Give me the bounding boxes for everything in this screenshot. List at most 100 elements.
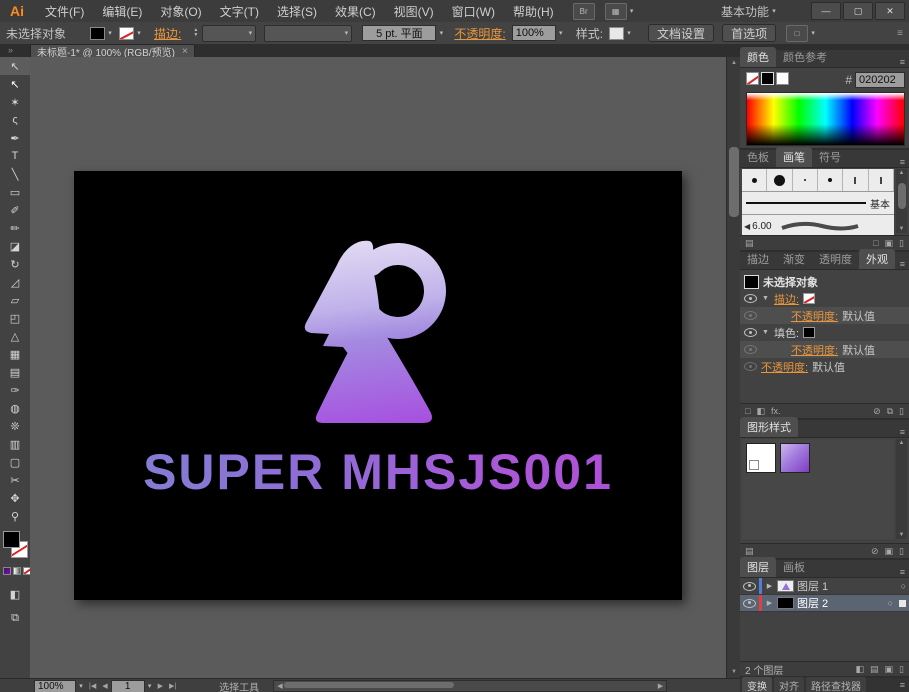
rectangle-tool[interactable]: ▭ [0, 183, 30, 201]
panel-menu-icon[interactable]: ≡ [900, 567, 905, 577]
layer-visibility-icon[interactable] [743, 581, 756, 591]
mesh-tool[interactable]: ▦ [0, 345, 30, 363]
slice-tool[interactable]: ✂ [0, 471, 30, 489]
artboard-tool[interactable]: ▢ [0, 453, 30, 471]
layer-row-2[interactable]: ▶ 图层 2 ○ [740, 595, 909, 612]
artboard-number-field[interactable]: 1 [110, 679, 145, 692]
workspace-switcher[interactable]: 基本功能 ▾ [721, 0, 779, 22]
layer-name[interactable]: 图层 1 [797, 578, 828, 594]
none-swatch[interactable] [746, 72, 759, 85]
color-mode-button[interactable] [3, 567, 11, 575]
menu-select[interactable]: 选择(S) [268, 0, 326, 22]
goat-logo[interactable] [293, 229, 463, 429]
brush-libraries-icon[interactable]: ▤ [745, 238, 754, 249]
screen-mode-button[interactable]: ⧉ [0, 609, 30, 627]
visibility-eye-icon[interactable] [744, 362, 757, 371]
opacity-link[interactable]: 不透明度: [761, 359, 808, 375]
panel-menu-icon[interactable]: ≡ [900, 427, 905, 437]
pencil-tool[interactable]: ✏ [0, 219, 30, 237]
fill-dropdown-icon[interactable]: ▾ [105, 27, 115, 40]
delete-item-icon[interactable]: ▯ [899, 406, 904, 417]
canvas[interactable]: SUPER MHSJS001 [30, 57, 726, 678]
tab-swatches[interactable]: 色板 [740, 147, 776, 167]
expand-icon[interactable]: ▶ [765, 599, 774, 607]
type-tool[interactable]: T [0, 147, 30, 165]
brush-item[interactable] [843, 169, 869, 191]
zoom-level-field[interactable]: 100% [34, 679, 76, 692]
add-new-stroke-icon[interactable]: □ [745, 406, 750, 416]
layer-thumbnail[interactable] [777, 580, 794, 592]
restore-button[interactable]: ▢ [843, 2, 873, 20]
fill-color-swatch[interactable] [90, 26, 106, 40]
new-brush-icon[interactable]: ▣ [885, 238, 894, 249]
width-profile-combo[interactable]: ▾ [264, 24, 353, 42]
perspective-grid-tool[interactable]: △ [0, 327, 30, 345]
close-button[interactable]: ✕ [875, 2, 905, 20]
new-graphic-style-icon[interactable]: ▣ [885, 546, 894, 557]
chevron-down-icon[interactable]: ▾ [808, 27, 818, 40]
appearance-fill-row[interactable]: ▼ 填色: [740, 324, 909, 341]
free-transform-tool[interactable]: ▱ [0, 291, 30, 309]
selection-tool[interactable]: ↖ [0, 57, 30, 75]
brush-definition-field[interactable]: 5 pt. 平面 [362, 25, 437, 41]
magic-wand-tool[interactable]: ✶ [0, 93, 30, 111]
menu-object[interactable]: 对象(O) [151, 0, 210, 22]
menu-type[interactable]: 文字(T) [211, 0, 268, 22]
make-clipping-mask-icon[interactable]: ◧ [856, 664, 865, 675]
menu-effect[interactable]: 效果(C) [326, 0, 385, 22]
gradient-tool[interactable]: ▤ [0, 363, 30, 381]
expand-icon[interactable]: ▼ [761, 329, 770, 336]
purple-gradient-style[interactable] [780, 443, 810, 473]
close-tab-icon[interactable]: × [182, 46, 188, 57]
hex-value-field[interactable]: 020202 [855, 72, 905, 88]
tab-stroke[interactable]: 描边 [740, 249, 776, 269]
stroke-link[interactable]: 描边: [774, 291, 799, 307]
scroll-right-icon[interactable]: ▶ [655, 682, 666, 690]
brush-item[interactable] [793, 169, 818, 191]
opacity-link[interactable]: 不透明度: [791, 342, 838, 358]
eraser-tool[interactable]: ◪ [0, 237, 30, 255]
tab-align[interactable]: 对齐 [774, 676, 804, 692]
fill-opacity-row[interactable]: 不透明度: 默认值 [740, 341, 909, 358]
zoom-tool[interactable]: ⚲ [0, 507, 30, 525]
menu-help[interactable]: 帮助(H) [504, 0, 563, 22]
delete-style-icon[interactable]: ▯ [899, 546, 904, 557]
panel-menu-icon[interactable]: ≡ [900, 157, 905, 167]
line-segment-tool[interactable]: ╲ [0, 165, 30, 183]
object-opacity-row[interactable]: 不透明度: 默认值 [740, 358, 909, 375]
eyedropper-tool[interactable]: ✑ [0, 381, 30, 399]
tab-transform[interactable]: 变换 [742, 676, 772, 692]
arrange-documents-button[interactable]: ▦ ▾ [595, 2, 637, 20]
color-spectrum[interactable] [746, 92, 905, 146]
brush-item[interactable] [742, 169, 768, 191]
first-artboard-icon[interactable]: |◀ [86, 682, 99, 690]
style-libraries-icon[interactable]: ▤ [745, 546, 754, 557]
scroll-up-icon[interactable]: ▲ [896, 439, 907, 447]
break-link-style-icon[interactable]: ⊘ [871, 546, 879, 557]
tab-transparency[interactable]: 透明度 [812, 249, 859, 269]
blend-tool[interactable]: ◍ [0, 399, 30, 417]
opacity-field[interactable]: 100% [511, 25, 556, 41]
fill-indicator-swatch[interactable] [3, 531, 20, 548]
tab-artboards[interactable]: 画板 [776, 557, 812, 577]
black-swatch[interactable] [761, 72, 774, 85]
shape-builder-tool[interactable]: ◰ [0, 309, 30, 327]
calligraphic-brush-row[interactable] [742, 169, 894, 192]
new-layer-icon[interactable]: ▣ [885, 664, 894, 675]
opacity-dropdown-icon[interactable]: ▾ [556, 27, 566, 40]
menu-file[interactable]: 文件(F) [36, 0, 93, 22]
brush-item[interactable] [869, 169, 894, 191]
artboard[interactable]: SUPER MHSJS001 [74, 171, 682, 600]
symbol-sprayer-tool[interactable]: ❊ [0, 417, 30, 435]
add-new-fill-icon[interactable]: ◧ [756, 406, 765, 417]
delete-brush-icon[interactable]: ▯ [899, 238, 904, 249]
layer-row-1[interactable]: ▶ 图层 1 ○ [740, 578, 909, 595]
stroke-panel-link[interactable]: 描边: [154, 25, 181, 42]
stroke-weight-combo[interactable]: ▾ [202, 24, 257, 42]
expand-icon[interactable]: ▶ [765, 582, 774, 590]
duplicate-item-icon[interactable]: ⧉ [887, 406, 893, 417]
minimize-button[interactable]: — [811, 2, 841, 20]
tab-color[interactable]: 颜色 [740, 47, 776, 67]
collapse-controlbar-icon[interactable]: ≡ [897, 28, 903, 39]
tab-appearance[interactable]: 外观 [859, 249, 895, 269]
